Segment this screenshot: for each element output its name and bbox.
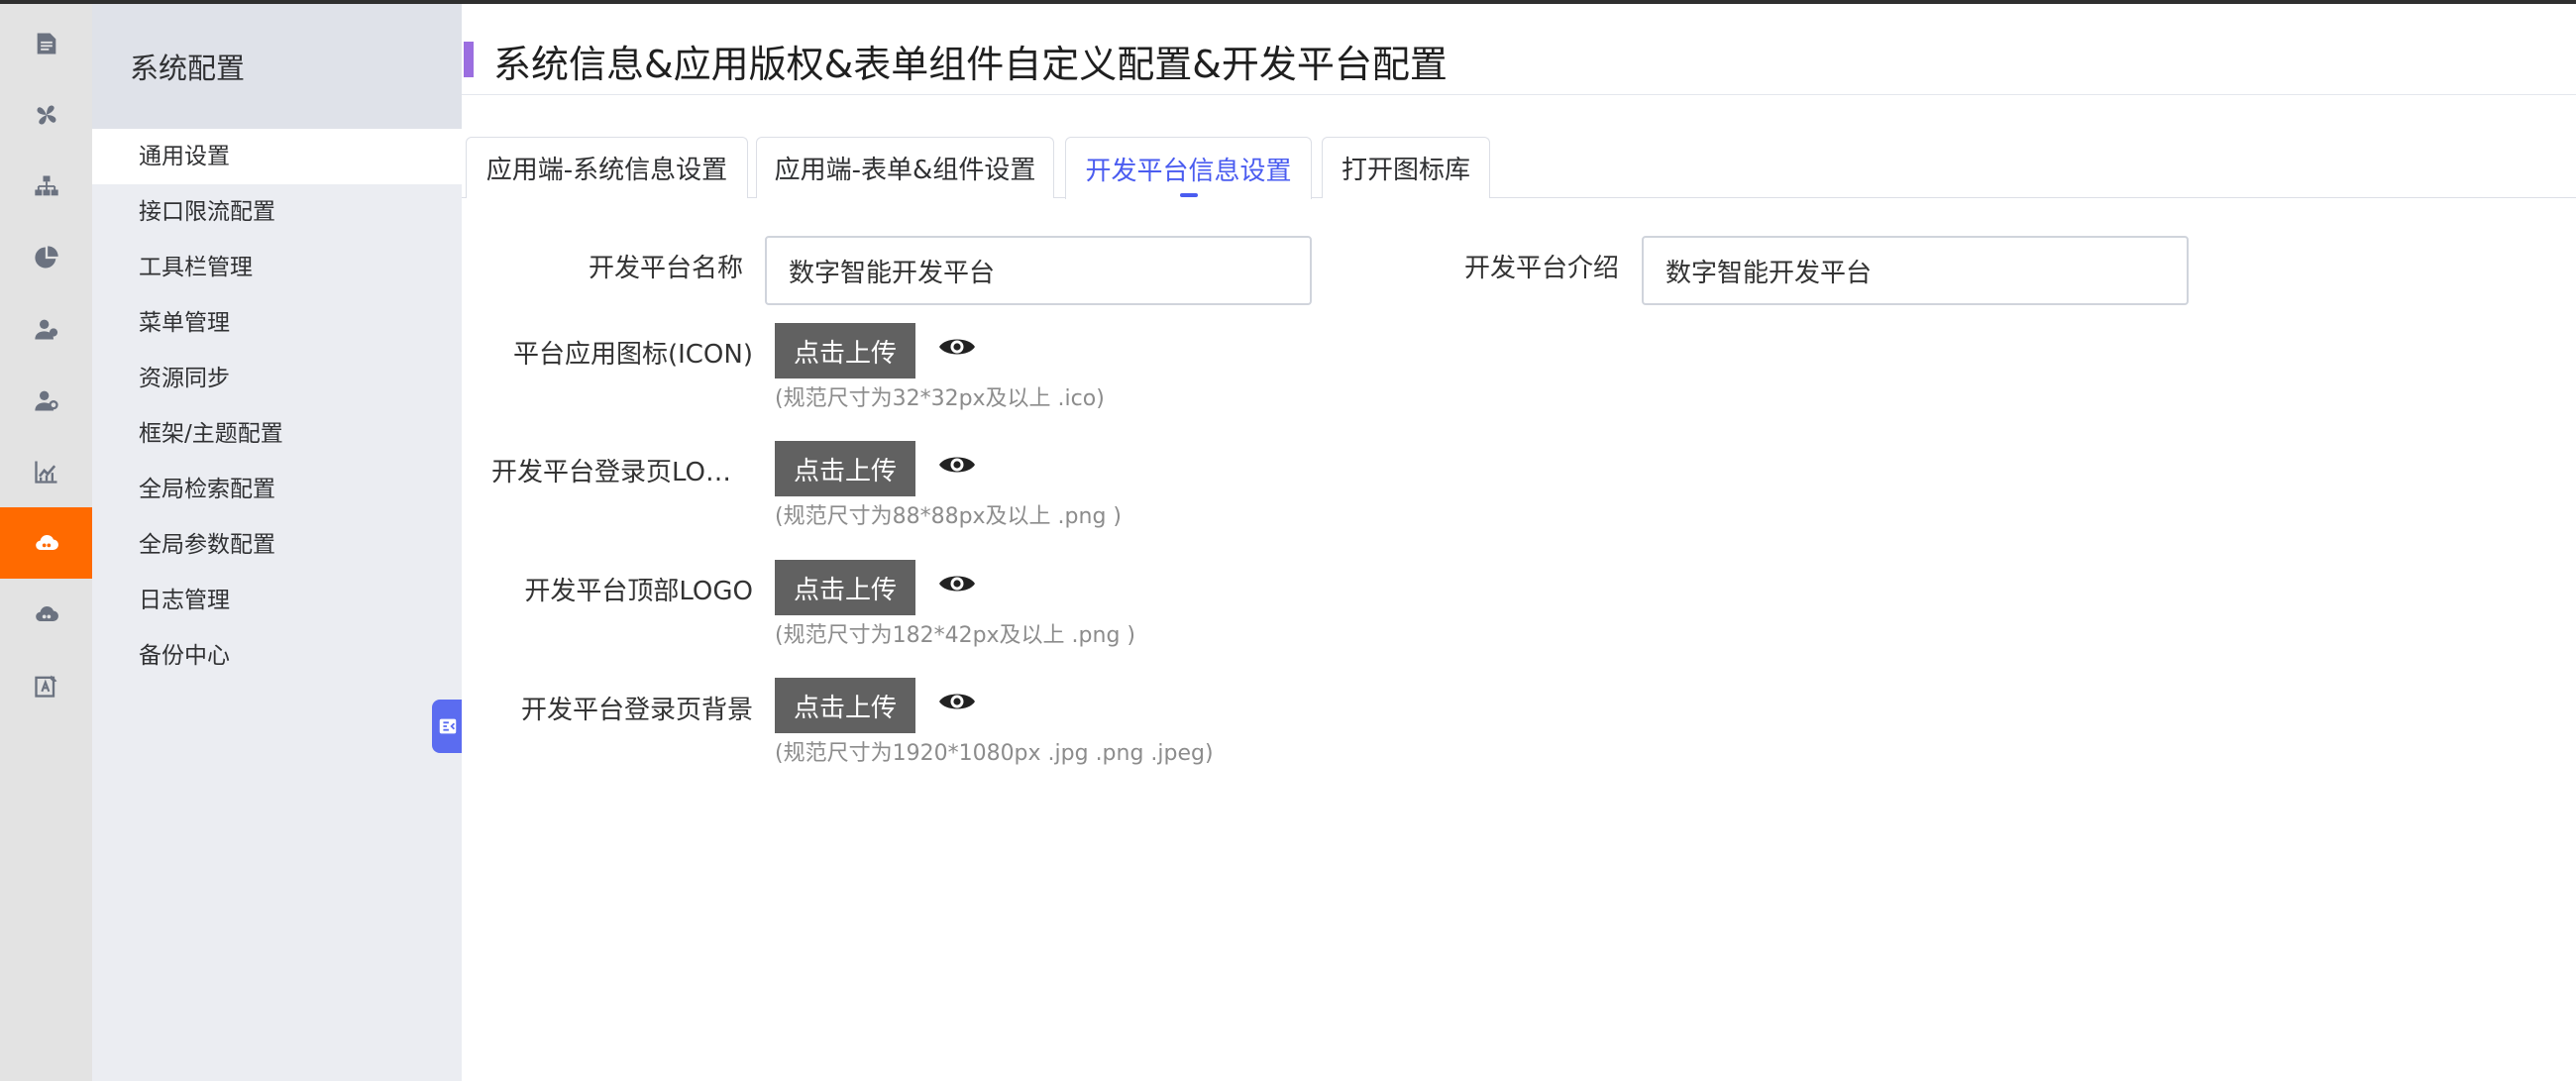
upload-top-logo-button[interactable]: 点击上传 bbox=[775, 560, 915, 615]
upload-login-bg-button[interactable]: 点击上传 bbox=[775, 678, 915, 733]
rail-item-pie[interactable] bbox=[0, 222, 92, 293]
sidebar-item-menu[interactable]: 菜单管理 bbox=[92, 295, 462, 351]
document-icon bbox=[37, 33, 55, 54]
upload-login-logo-button[interactable]: 点击上传 bbox=[775, 441, 915, 496]
preview-login-bg-button[interactable] bbox=[937, 688, 977, 715]
sidebar-item-rate-limit[interactable]: 接口限流配置 bbox=[92, 184, 462, 240]
sidebar-item-logs[interactable]: 日志管理 bbox=[92, 573, 462, 628]
fan-icon bbox=[36, 105, 56, 125]
rail-item-trend[interactable] bbox=[0, 436, 92, 507]
eye-icon bbox=[939, 694, 975, 709]
app-edit-icon bbox=[34, 675, 56, 698]
tab-app-form-components[interactable]: 应用端-表单&组件设置 bbox=[756, 137, 1054, 198]
rail-item-org[interactable] bbox=[0, 151, 92, 222]
eye-icon bbox=[939, 576, 975, 592]
sidebar-title: 系统配置 bbox=[92, 4, 462, 129]
user-settings-icon bbox=[34, 390, 58, 411]
sidebar-item-resource-sync[interactable]: 资源同步 bbox=[92, 351, 462, 406]
cloud-settings-icon bbox=[35, 534, 58, 551]
upload-label-login-logo: 开发平台登录页LOGO bbox=[491, 458, 743, 487]
preview-login-logo-button[interactable] bbox=[937, 451, 977, 479]
org-tree-icon bbox=[34, 175, 58, 196]
upload-hint-login-logo: (规范尺寸为88*88px及以上 .png ) bbox=[775, 504, 1122, 529]
main-content: 系统信息&应用版权&表单组件自定义配置&开发平台配置 应用端-系统信息设置 应用… bbox=[462, 4, 2576, 1081]
trend-chart-icon bbox=[34, 461, 56, 484]
page-header: 系统信息&应用版权&表单组件自定义配置&开发平台配置 bbox=[462, 4, 2576, 95]
page-title: 系统信息&应用版权&表单组件自定义配置&开发平台配置 bbox=[493, 43, 1448, 86]
sidebar-item-backup[interactable]: 备份中心 bbox=[92, 628, 462, 684]
rail-item-fan[interactable] bbox=[0, 79, 92, 151]
platform-intro-input[interactable] bbox=[1642, 236, 2189, 305]
eye-icon bbox=[939, 339, 975, 355]
platform-name-input[interactable] bbox=[765, 236, 1312, 305]
tab-bar: 应用端-系统信息设置 应用端-表单&组件设置 开发平台信息设置 打开图标库 bbox=[462, 137, 2576, 199]
title-accent-bar bbox=[464, 42, 474, 77]
sidebar-item-theme[interactable]: 框架/主题配置 bbox=[92, 406, 462, 462]
platform-name-label: 开发平台名称 bbox=[588, 254, 743, 283]
sidebar-menu: 通用设置 接口限流配置 工具栏管理 菜单管理 资源同步 框架/主题配置 全局检索… bbox=[92, 129, 462, 684]
tab-app-system-info[interactable]: 应用端-系统信息设置 bbox=[466, 137, 748, 198]
sidebar-item-general[interactable]: 通用设置 bbox=[92, 129, 462, 184]
upload-label-top-logo: 开发平台顶部LOGO bbox=[524, 577, 753, 606]
upload-hint-top-logo: (规范尺寸为182*42px及以上 .png ) bbox=[775, 623, 1135, 648]
rail-item-cloud[interactable] bbox=[0, 579, 92, 650]
preview-icon-button[interactable] bbox=[937, 333, 977, 361]
tab-dev-platform-info[interactable]: 开发平台信息设置 bbox=[1065, 137, 1312, 199]
cloud-icon bbox=[35, 605, 58, 622]
upload-label-icon: 平台应用图标(ICON) bbox=[512, 340, 753, 370]
sidebar-collapse-button[interactable] bbox=[432, 700, 464, 753]
sidebar-item-toolbar[interactable]: 工具栏管理 bbox=[92, 240, 462, 295]
upload-label-login-bg: 开发平台登录页背景 bbox=[520, 696, 753, 725]
rail-item-user-settings[interactable] bbox=[0, 365, 92, 436]
rail-item-document[interactable] bbox=[0, 8, 92, 79]
icon-rail bbox=[0, 4, 92, 1081]
preview-top-logo-button[interactable] bbox=[937, 570, 977, 597]
sidebar-item-search[interactable]: 全局检索配置 bbox=[92, 462, 462, 517]
tab-open-icon-library[interactable]: 打开图标库 bbox=[1322, 137, 1490, 198]
rail-item-app-edit[interactable] bbox=[0, 650, 92, 721]
collapse-icon bbox=[439, 718, 457, 734]
rail-item-cloud-settings[interactable] bbox=[0, 507, 92, 579]
settings-sidebar: 系统配置 通用设置 接口限流配置 工具栏管理 菜单管理 资源同步 框架/主题配置… bbox=[92, 4, 462, 1081]
sidebar-item-params[interactable]: 全局参数配置 bbox=[92, 517, 462, 573]
rail-item-users[interactable] bbox=[0, 293, 92, 365]
upload-hint-icon: (规范尺寸为32*32px及以上 .ico) bbox=[775, 386, 1105, 411]
upload-icon-button[interactable]: 点击上传 bbox=[775, 323, 915, 378]
user-group-icon bbox=[34, 319, 57, 340]
eye-icon bbox=[939, 457, 975, 473]
pie-chart-icon bbox=[34, 246, 58, 269]
upload-hint-login-bg: (规范尺寸为1920*1080px .jpg .png .jpeg) bbox=[775, 741, 1214, 766]
platform-intro-label: 开发平台介绍 bbox=[1463, 254, 1619, 283]
